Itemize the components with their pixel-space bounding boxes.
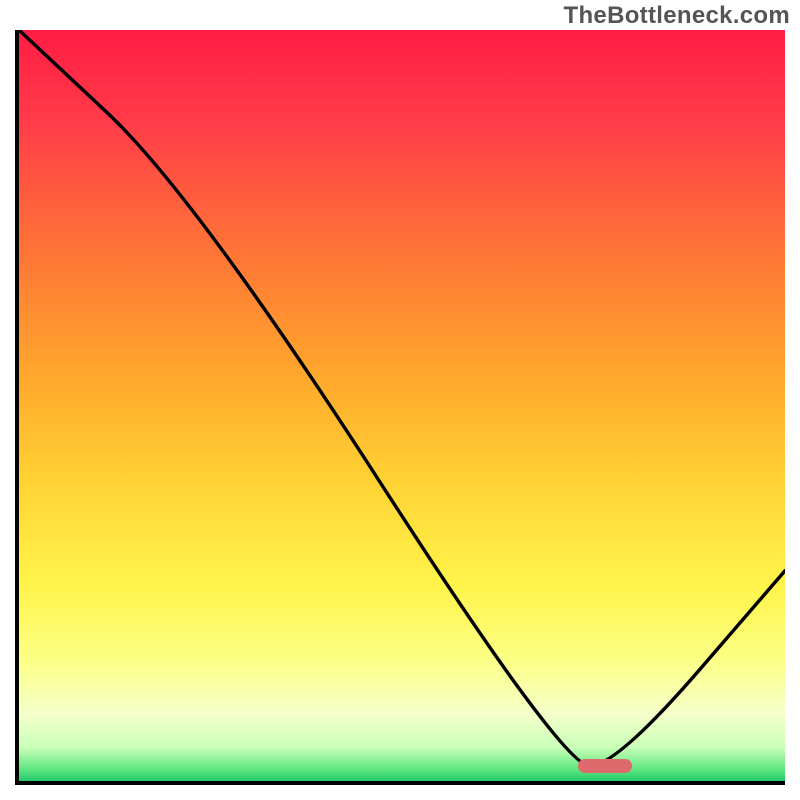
chart-container: TheBottleneck.com xyxy=(0,0,800,800)
bottleneck-curve xyxy=(19,30,785,766)
curve-layer xyxy=(19,30,785,781)
plot-area xyxy=(15,30,785,785)
watermark-text: TheBottleneck.com xyxy=(564,2,790,30)
optimal-range-marker xyxy=(578,759,632,773)
